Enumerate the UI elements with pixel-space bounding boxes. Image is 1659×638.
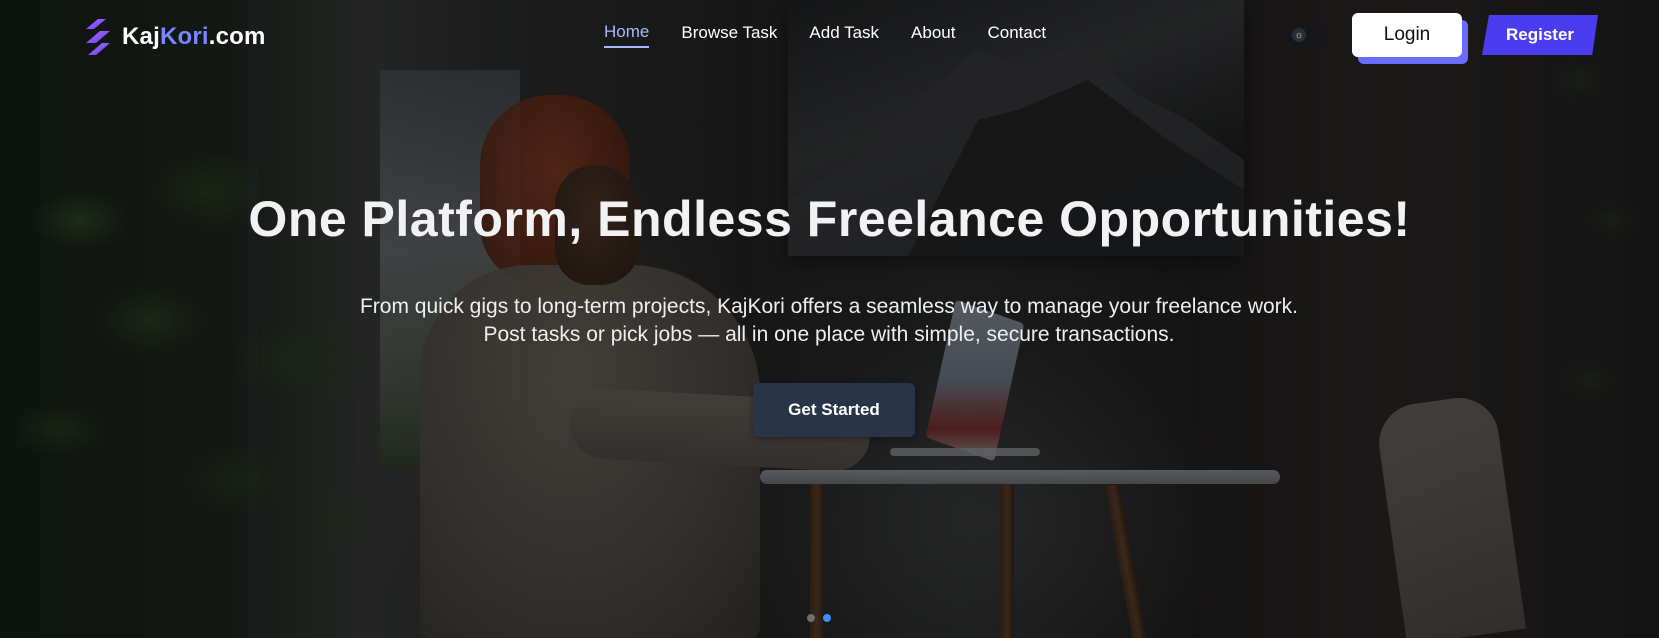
- nav-add-task[interactable]: Add Task: [809, 23, 879, 47]
- register-button[interactable]: Register: [1482, 15, 1598, 55]
- hero-section: KajKori.com Home Browse Task Add Task Ab…: [0, 0, 1659, 638]
- nav-contact[interactable]: Contact: [987, 23, 1046, 47]
- nav-home[interactable]: Home: [604, 22, 650, 48]
- brand-logo[interactable]: KajKori.com: [84, 17, 266, 57]
- hero-subtitle: From quick gigs to long-term projects, K…: [359, 295, 1298, 346]
- theme-toggle[interactable]: ☼: [1288, 24, 1328, 46]
- login-button[interactable]: Login: [1352, 13, 1462, 57]
- nav-browse-task[interactable]: Browse Task: [681, 23, 777, 47]
- sun-icon: ☼: [1292, 28, 1306, 42]
- nav-links: Home Browse Task Add Task About Contact: [604, 22, 1046, 48]
- slider-dot[interactable]: [807, 614, 815, 622]
- hero-title: One Platform, Endless Freelance Opportun…: [248, 191, 1411, 247]
- slider-dot-active[interactable]: [823, 614, 831, 622]
- login-button-wrapper: Login: [1352, 13, 1468, 64]
- slider-pagination: [807, 614, 831, 622]
- nav-about[interactable]: About: [911, 23, 955, 47]
- lightning-stripes-logo-icon: [86, 19, 110, 55]
- get-started-button[interactable]: Get Started: [753, 383, 915, 437]
- navbar: KajKori.com Home Browse Task Add Task Ab…: [0, 0, 1659, 70]
- brand-name: KajKori.com: [122, 23, 266, 50]
